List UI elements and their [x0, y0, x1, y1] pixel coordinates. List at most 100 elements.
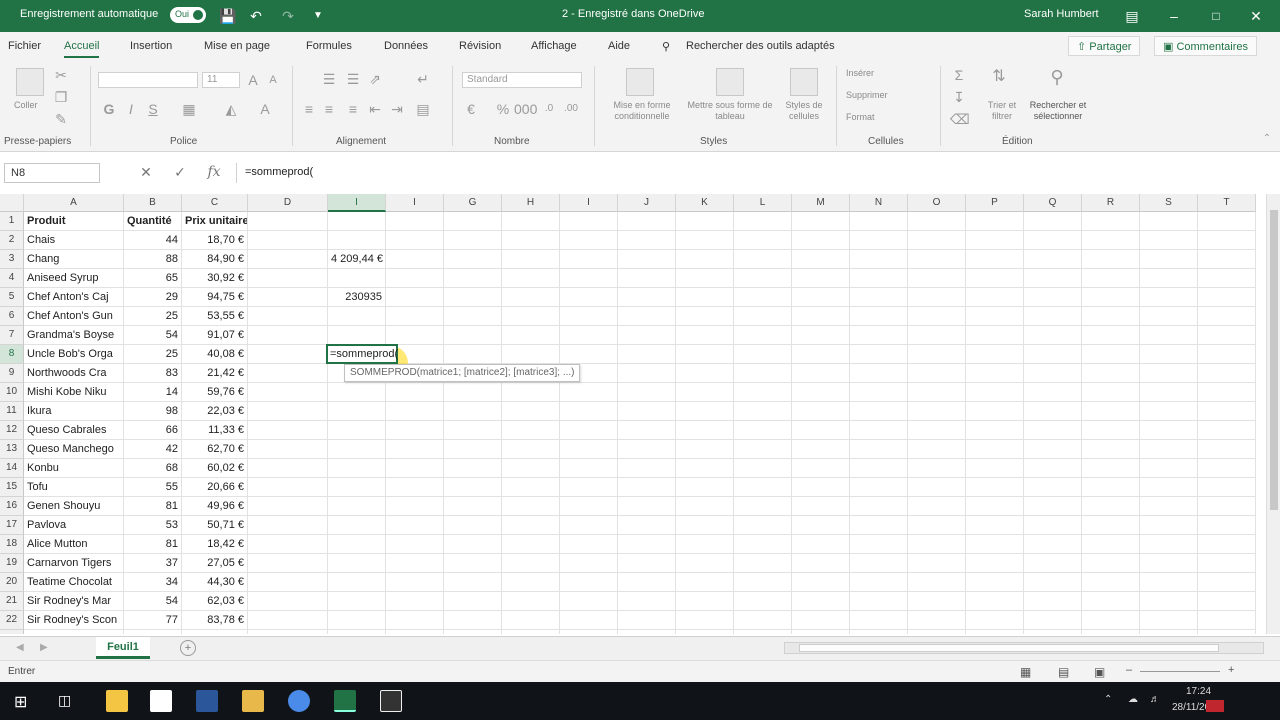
grid-cell[interactable]: [248, 345, 328, 364]
grid-cell[interactable]: 40,08 €: [182, 345, 248, 364]
next-sheet-icon[interactable]: ▶: [40, 642, 48, 653]
grid-cell[interactable]: [850, 364, 908, 383]
grid-cell[interactable]: [908, 269, 966, 288]
grid-cell[interactable]: [444, 326, 502, 345]
grid-cell[interactable]: 54: [124, 326, 182, 345]
grid-cell[interactable]: [1198, 630, 1256, 634]
grid-cell[interactable]: [248, 554, 328, 573]
grid-cell[interactable]: [328, 231, 386, 250]
grid-cell[interactable]: [1198, 250, 1256, 269]
grid-cell[interactable]: [1024, 288, 1082, 307]
grid-cell[interactable]: [734, 345, 792, 364]
row-header[interactable]: 5: [0, 288, 24, 307]
grid-cell[interactable]: [444, 611, 502, 630]
grid-cell[interactable]: [618, 573, 676, 592]
grid-cell[interactable]: [1082, 573, 1140, 592]
grid-cell[interactable]: [560, 535, 618, 554]
grid-cell[interactable]: [248, 269, 328, 288]
grid-cell[interactable]: [560, 459, 618, 478]
grid-cell[interactable]: 85,88 €: [182, 630, 248, 634]
tab-formules[interactable]: Formules: [306, 40, 352, 52]
file-explorer-icon[interactable]: [242, 690, 264, 712]
grid-cell[interactable]: Carnarvon Tigers: [24, 554, 124, 573]
grid-cell[interactable]: [386, 459, 444, 478]
grid-cell[interactable]: [560, 516, 618, 535]
grid-cell[interactable]: [1082, 630, 1140, 634]
row-header[interactable]: 16: [0, 497, 24, 516]
grid-cell[interactable]: [444, 573, 502, 592]
grid-cell[interactable]: Chef Anton's Caj: [24, 288, 124, 307]
grid-cell[interactable]: 53,55 €: [182, 307, 248, 326]
grid-cell[interactable]: [444, 307, 502, 326]
grid-cell[interactable]: [248, 288, 328, 307]
grid-cell[interactable]: [618, 421, 676, 440]
grid-cell[interactable]: [850, 231, 908, 250]
grid-cell[interactable]: [908, 383, 966, 402]
grid-cell[interactable]: [560, 592, 618, 611]
grid-cell[interactable]: Chais: [24, 231, 124, 250]
grid-cell[interactable]: [908, 212, 966, 231]
row-header[interactable]: 18: [0, 535, 24, 554]
grid-cell[interactable]: [1082, 535, 1140, 554]
grid-cell[interactable]: [386, 497, 444, 516]
zoom-slider[interactable]: [1140, 671, 1220, 672]
grid-cell[interactable]: 22,03 €: [182, 402, 248, 421]
grid-cell[interactable]: [792, 307, 850, 326]
grid-cell[interactable]: [1198, 611, 1256, 630]
grid-cell[interactable]: [560, 402, 618, 421]
grid-cell[interactable]: [734, 611, 792, 630]
function-tooltip[interactable]: SOMMEPROD(matrice1; [matrice2]; [matrice…: [344, 364, 581, 382]
grid-cell[interactable]: [966, 364, 1024, 383]
grid-cell[interactable]: [734, 630, 792, 634]
grid-cell[interactable]: [734, 212, 792, 231]
insert-cells-button[interactable]: Insérer: [846, 68, 874, 79]
document-title[interactable]: 2 - Enregistré dans OneDrive: [562, 8, 704, 20]
windows-start-icon[interactable]: ⊞: [14, 692, 27, 712]
grid-cell[interactable]: 80: [124, 630, 182, 634]
grid-cell[interactable]: [792, 383, 850, 402]
grid-cell[interactable]: [1140, 516, 1198, 535]
formula-input[interactable]: =sommeprod(: [236, 163, 1276, 183]
grid-cell[interactable]: [1198, 212, 1256, 231]
grid-cell[interactable]: [502, 630, 560, 634]
format-as-table-icon[interactable]: [716, 68, 744, 96]
grid-cell[interactable]: [1082, 478, 1140, 497]
grid-cell[interactable]: 81: [124, 535, 182, 554]
grid-cell[interactable]: Grandma's Boyse: [24, 326, 124, 345]
grid-cell[interactable]: [734, 459, 792, 478]
row-header[interactable]: 15: [0, 478, 24, 497]
grid-cell[interactable]: [908, 573, 966, 592]
grid-cell[interactable]: [1140, 592, 1198, 611]
grid-cell[interactable]: [1024, 212, 1082, 231]
grid-cell[interactable]: 27,05 €: [182, 554, 248, 573]
grid-cell[interactable]: [1024, 554, 1082, 573]
grid-cell[interactable]: [850, 573, 908, 592]
column-header[interactable]: B: [124, 194, 182, 212]
bold-icon[interactable]: G: [100, 100, 118, 118]
grid-cell[interactable]: [676, 630, 734, 634]
grid-cell[interactable]: [966, 554, 1024, 573]
grid-cell[interactable]: [1082, 592, 1140, 611]
grid-cell[interactable]: Northwoods Cra: [24, 364, 124, 383]
grid-cell[interactable]: [676, 554, 734, 573]
grid-cell[interactable]: [1140, 402, 1198, 421]
grid-cell[interactable]: [966, 269, 1024, 288]
grid-cell[interactable]: [850, 592, 908, 611]
grid-cell[interactable]: [618, 592, 676, 611]
grid-cell[interactable]: [386, 402, 444, 421]
grid-cell[interactable]: 81: [124, 497, 182, 516]
grid-cell[interactable]: [850, 459, 908, 478]
customize-qat-icon[interactable]: ▼: [308, 6, 328, 26]
grid-cell[interactable]: [966, 421, 1024, 440]
grid-cell[interactable]: [966, 307, 1024, 326]
tab-revision[interactable]: Révision: [459, 40, 501, 52]
grid-cell[interactable]: [792, 459, 850, 478]
collapse-ribbon-icon[interactable]: ⌃: [1258, 130, 1276, 148]
grid-cell[interactable]: [1140, 478, 1198, 497]
grid-cell[interactable]: [966, 516, 1024, 535]
grid-cell[interactable]: [1198, 326, 1256, 345]
grid-cell[interactable]: [444, 345, 502, 364]
format-painter-icon[interactable]: ✎: [52, 110, 70, 128]
grid-cell[interactable]: [248, 231, 328, 250]
grid-cell[interactable]: [618, 497, 676, 516]
